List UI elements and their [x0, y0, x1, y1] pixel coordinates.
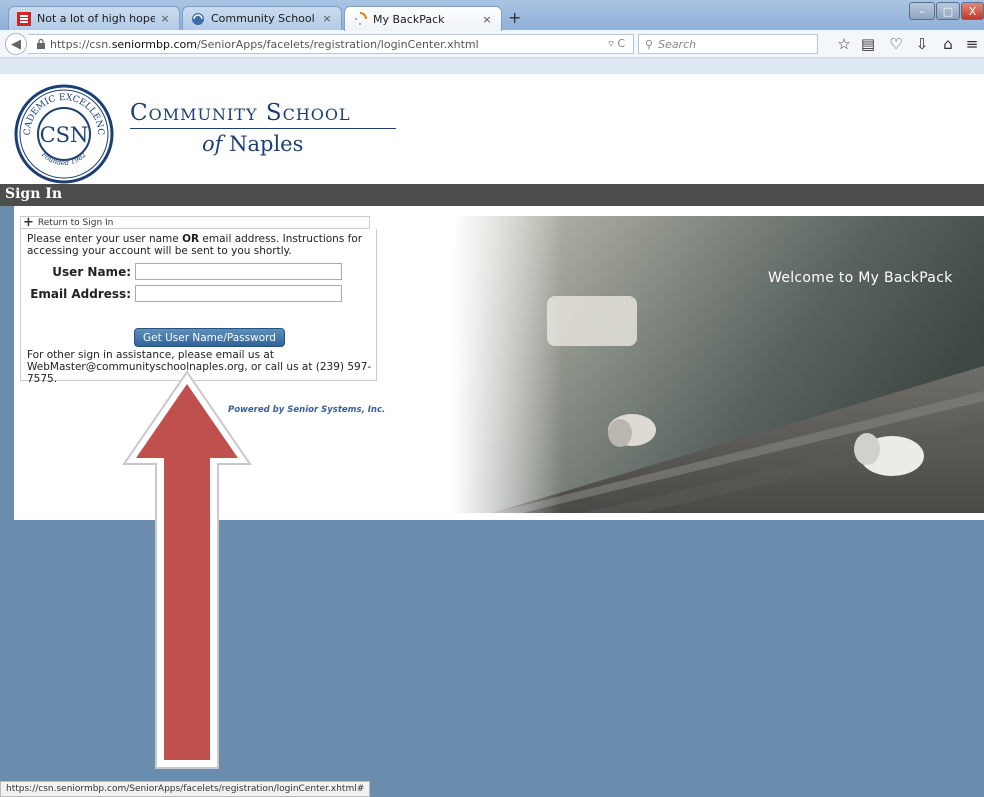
tab-close-icon[interactable]: × — [159, 12, 171, 25]
globe-favicon-icon — [192, 12, 204, 25]
get-username-password-button[interactable]: Get User Name/Password — [134, 328, 285, 347]
return-to-signin-link[interactable]: + Return to Sign In — [20, 215, 370, 230]
username-input[interactable] — [135, 263, 342, 280]
news-favicon-icon — [17, 11, 31, 26]
lock-icon — [37, 39, 45, 49]
new-tab-button[interactable]: + — [508, 8, 521, 27]
username-label: User Name: — [52, 264, 131, 279]
tab-not-a-lot-of-high-hopes[interactable]: Not a lot of high hopes for ... × — [8, 6, 180, 30]
url-bar[interactable]: https://csn. seniormbp.com/SeniorApps/fac… — [28, 34, 634, 54]
loading-spinner-icon — [355, 12, 367, 25]
school-name: Community School of Naples — [130, 100, 396, 156]
search-icon: ⚲ — [645, 37, 654, 51]
back-button[interactable]: ◀ — [5, 33, 27, 55]
home-icon[interactable]: ⌂ — [940, 36, 956, 52]
signin-title-bar: Sign In — [0, 184, 984, 206]
email-row: Email Address: — [21, 285, 342, 302]
close-window-button[interactable]: X — [961, 2, 984, 20]
return-to-signin-label: Return to Sign In — [37, 217, 114, 228]
tab-label: My BackPack — [373, 12, 445, 26]
tab-community-school[interactable]: Community School of Nap... × — [182, 6, 342, 30]
chalkboard-image — [452, 216, 984, 513]
school-name-line2: of Naples — [130, 132, 396, 156]
plus-icon: + — [23, 215, 34, 230]
status-url: https://csn.seniormbp.com/SeniorApps/fac… — [6, 784, 365, 794]
back-arrow-icon: ◀ — [11, 36, 21, 52]
svg-text:CSN: CSN — [40, 123, 89, 147]
school-name-divider — [130, 128, 396, 129]
tab-close-icon[interactable]: × — [481, 13, 493, 26]
email-input[interactable] — [135, 285, 342, 302]
menu-icon[interactable]: ≡ — [964, 36, 980, 52]
navigation-toolbar: ◀ https://csn. seniormbp.com/SeniorApps/f… — [0, 30, 984, 58]
url-path: /SeniorApps/facelets/registration/loginC… — [196, 37, 479, 51]
download-icon[interactable]: ⇩ — [914, 36, 930, 52]
tab-my-backpack[interactable]: My BackPack × — [344, 6, 502, 31]
welcome-heading: Welcome to My BackPack — [768, 270, 953, 286]
url-prefix: https://csn. — [50, 37, 112, 51]
username-row: User Name: — [21, 263, 342, 280]
bookmarks-toolbar — [0, 58, 984, 74]
maximize-button[interactable]: □ — [936, 2, 960, 20]
bookmarks-list-icon[interactable]: ▤ — [860, 36, 876, 52]
search-placeholder: Search — [658, 37, 697, 51]
school-name-of: of — [202, 132, 223, 156]
chalkboard-banner: Welcome to My BackPack — [452, 216, 984, 513]
status-bar: https://csn.seniormbp.com/SeniorApps/fac… — [0, 781, 371, 797]
recovery-form: Please enter your user name OR email add… — [20, 229, 377, 385]
school-name-line1: Community School — [130, 100, 351, 126]
red-up-arrow-annotation — [122, 370, 252, 769]
reload-icon[interactable]: ▿ C — [608, 37, 625, 50]
school-seal-logo: ACADEMIC EXCELLENCE Founded 1982 CSN — [14, 84, 114, 184]
instructions-text: Please enter your user name OR email add… — [27, 233, 363, 257]
pocket-icon[interactable]: ♡ — [888, 36, 904, 52]
search-input[interactable]: ⚲ Search — [638, 34, 818, 54]
bookmark-star-icon[interactable]: ☆ — [836, 36, 852, 52]
tab-close-icon[interactable]: × — [321, 12, 333, 25]
tab-label: Not a lot of high hopes for ... — [37, 12, 155, 25]
site-header: ACADEMIC EXCELLENCE Founded 1982 CSN Com… — [0, 74, 984, 184]
tab-label: Community School of Nap... — [211, 12, 317, 25]
signin-title: Sign In — [5, 186, 62, 202]
url-host: seniormbp.com — [111, 37, 197, 51]
email-label: Email Address: — [30, 286, 131, 301]
minimize-button[interactable]: – — [909, 2, 935, 20]
browser-titlebar: Not a lot of high hopes for ... × Commun… — [0, 0, 984, 31]
school-name-naples: Naples — [229, 132, 304, 156]
